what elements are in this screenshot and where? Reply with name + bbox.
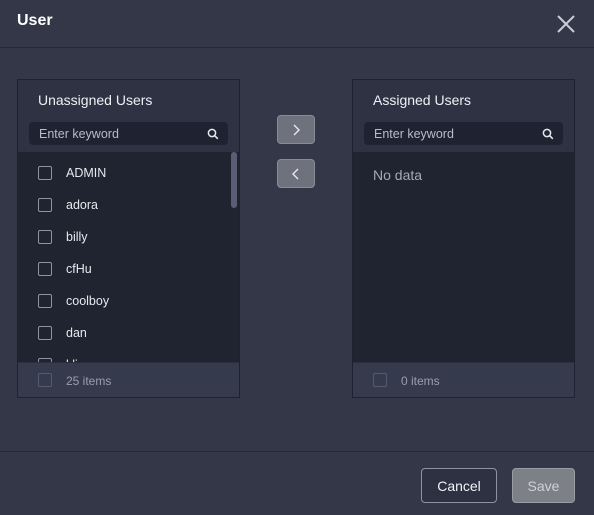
close-icon[interactable]: [556, 14, 576, 34]
save-button[interactable]: Save: [512, 468, 575, 503]
unassigned-users-list[interactable]: ADMIN adora billy cfHu coolboy dan: [18, 152, 239, 362]
chevron-left-icon: [292, 168, 299, 180]
item-checkbox[interactable]: [38, 326, 52, 340]
chevron-right-icon: [293, 124, 300, 136]
search-icon[interactable]: [207, 128, 219, 140]
list-item[interactable]: dan: [18, 318, 230, 350]
item-label: adora: [66, 198, 98, 212]
dialog-footer: Cancel Save: [0, 451, 594, 515]
dialog-header: User: [0, 0, 594, 48]
select-all-checkbox[interactable]: [373, 373, 387, 387]
item-label: billy: [66, 230, 88, 244]
list-item[interactable]: kli: [18, 350, 230, 362]
move-left-button[interactable]: [277, 159, 315, 188]
item-label: dan: [66, 326, 87, 340]
item-checkbox[interactable]: [38, 262, 52, 276]
empty-state-text: No data: [373, 167, 423, 183]
item-label: ADMIN: [66, 166, 107, 180]
list-item[interactable]: adora: [18, 190, 230, 222]
assigned-search-input[interactable]: [364, 122, 539, 145]
list-item[interactable]: ADMIN: [18, 158, 230, 190]
move-right-button[interactable]: [277, 115, 315, 144]
unassigned-footer: 25 items: [18, 362, 239, 397]
list-item[interactable]: cfHu: [18, 254, 230, 286]
item-label: coolboy: [66, 294, 110, 308]
unassigned-count: 25 items: [66, 374, 112, 388]
unassigned-users-title: Unassigned Users: [38, 92, 153, 108]
user-dialog: User Unassigned Users ADMIN adora: [0, 0, 594, 515]
item-checkbox[interactable]: [38, 166, 52, 180]
item-checkbox[interactable]: [38, 294, 52, 308]
search-icon[interactable]: [542, 128, 554, 140]
assigned-users-panel: Assigned Users No data 0 items: [352, 79, 575, 398]
assigned-users-title: Assigned Users: [373, 92, 472, 108]
select-all-checkbox[interactable]: [38, 373, 52, 387]
unassigned-search-box: [29, 122, 228, 145]
list-item[interactable]: coolboy: [18, 286, 230, 318]
cancel-button[interactable]: Cancel: [421, 468, 497, 503]
item-label: cfHu: [66, 262, 92, 276]
assigned-count: 0 items: [401, 374, 440, 388]
assigned-search-box: [364, 122, 563, 145]
unassigned-search-input[interactable]: [29, 122, 204, 145]
assigned-users-list: No data: [353, 152, 574, 362]
assigned-footer: 0 items: [353, 362, 574, 397]
dialog-title: User: [17, 12, 53, 29]
item-checkbox[interactable]: [38, 198, 52, 212]
unassigned-users-panel: Unassigned Users ADMIN adora billy: [17, 79, 240, 398]
list-scrollbar[interactable]: [231, 152, 237, 208]
item-checkbox[interactable]: [38, 230, 52, 244]
list-item[interactable]: billy: [18, 222, 230, 254]
